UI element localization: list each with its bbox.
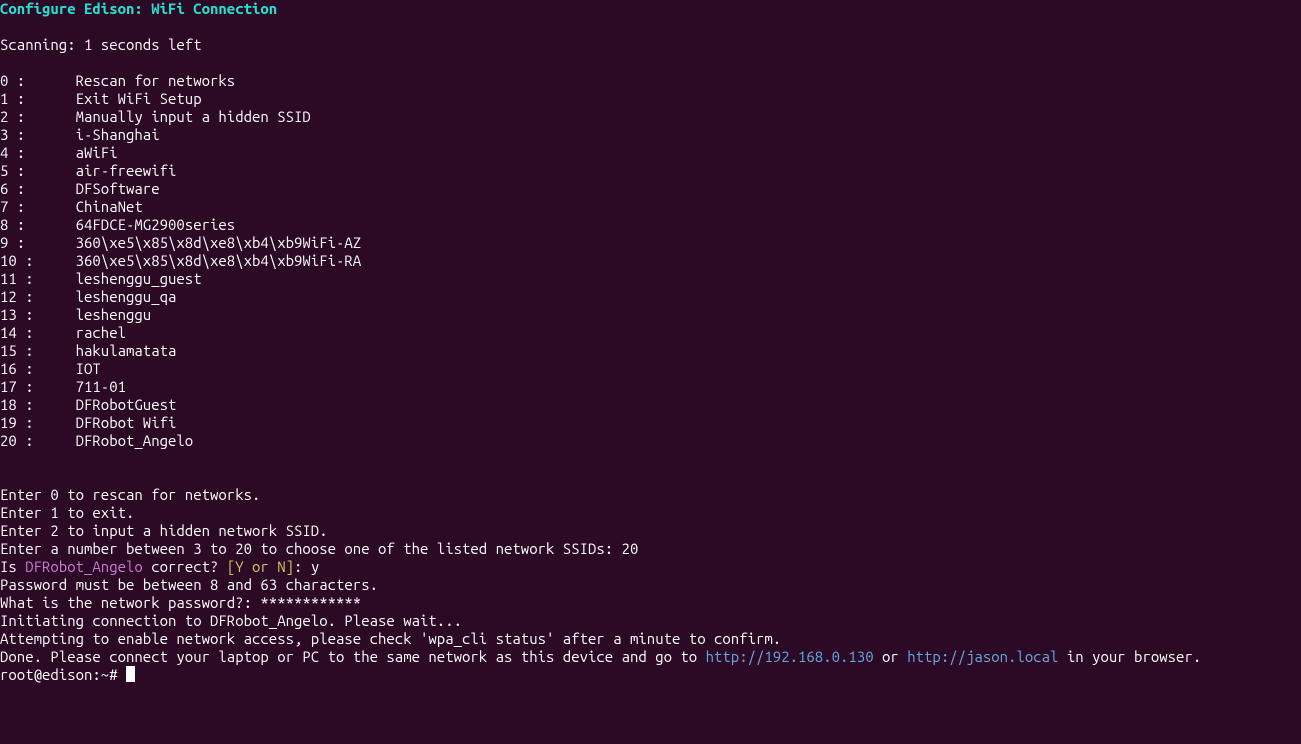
done-line: Done. Please connect your laptop or PC t… bbox=[0, 648, 1201, 665]
cursor-icon bbox=[126, 666, 135, 682]
confirm-pre: Is bbox=[0, 558, 25, 575]
done-post: in your browser. bbox=[1058, 648, 1201, 665]
confirm-line: Is DFRobot_Angelo correct? [Y or N]: y bbox=[0, 558, 319, 575]
url-ip[interactable]: http://192.168.0.130 bbox=[706, 648, 874, 665]
confirm-choice: [Y or N] bbox=[227, 558, 294, 575]
confirm-answer: : y bbox=[294, 558, 319, 575]
confirm-mid: correct? bbox=[143, 558, 227, 575]
hint-choose: Enter a number between 3 to 20 to choose… bbox=[0, 540, 638, 557]
option-7: 7 : ChinaNet bbox=[0, 198, 143, 215]
initiating-line: Initiating connection to DFRobot_Angelo.… bbox=[0, 612, 462, 629]
confirm-ssid: DFRobot_Angelo bbox=[25, 558, 143, 575]
done-pre: Done. Please connect your laptop or PC t… bbox=[0, 648, 706, 665]
option-20: 20 : DFRobot_Angelo bbox=[0, 432, 193, 449]
option-8: 8 : 64FDCE-MG2900series bbox=[0, 216, 235, 233]
option-9: 9 : 360\xe5\x85\x8d\xe8\xb4\xb9WiFi-AZ bbox=[0, 234, 361, 251]
option-12: 12 : leshenggu_qa bbox=[0, 288, 176, 305]
option-17: 17 : 711-01 bbox=[0, 378, 126, 395]
option-3: 3 : i-Shanghai bbox=[0, 126, 160, 143]
option-2: 2 : Manually input a hidden SSID bbox=[0, 108, 311, 125]
hint-rescan: Enter 0 to rescan for networks. bbox=[0, 486, 260, 503]
option-6: 6 : DFSoftware bbox=[0, 180, 160, 197]
url-hostname[interactable]: http://jason.local bbox=[907, 648, 1058, 665]
option-19: 19 : DFRobot Wifi bbox=[0, 414, 176, 431]
done-mid: or bbox=[874, 648, 908, 665]
option-16: 16 : IOT bbox=[0, 360, 101, 377]
option-1: 1 : Exit WiFi Setup bbox=[0, 90, 202, 107]
option-15: 15 : hakulamatata bbox=[0, 342, 176, 359]
option-0: 0 : Rescan for networks bbox=[0, 72, 235, 89]
option-18: 18 : DFRobotGuest bbox=[0, 396, 176, 413]
option-14: 14 : rachel bbox=[0, 324, 126, 341]
option-13: 13 : leshenggu bbox=[0, 306, 151, 323]
option-11: 11 : leshenggu_guest bbox=[0, 270, 202, 287]
terminal-output[interactable]: Configure Edison: WiFi Connection Scanni… bbox=[0, 0, 1301, 684]
hint-exit: Enter 1 to exit. bbox=[0, 504, 134, 521]
hint-hidden: Enter 2 to input a hidden network SSID. bbox=[0, 522, 328, 539]
shell-prompt[interactable]: root@edison:~# bbox=[0, 666, 126, 683]
option-5: 5 : air-freewifi bbox=[0, 162, 176, 179]
password-prompt: What is the network password?: *********… bbox=[0, 594, 361, 611]
option-4: 4 : aWiFi bbox=[0, 144, 118, 161]
password-rule: Password must be between 8 and 63 charac… bbox=[0, 576, 378, 593]
attempting-line: Attempting to enable network access, ple… bbox=[0, 630, 781, 647]
option-10: 10 : 360\xe5\x85\x8d\xe8\xb4\xb9WiFi-RA bbox=[0, 252, 361, 269]
scanning-status: Scanning: 1 seconds left bbox=[0, 36, 202, 53]
wifi-config-heading: Configure Edison: WiFi Connection bbox=[0, 0, 277, 17]
